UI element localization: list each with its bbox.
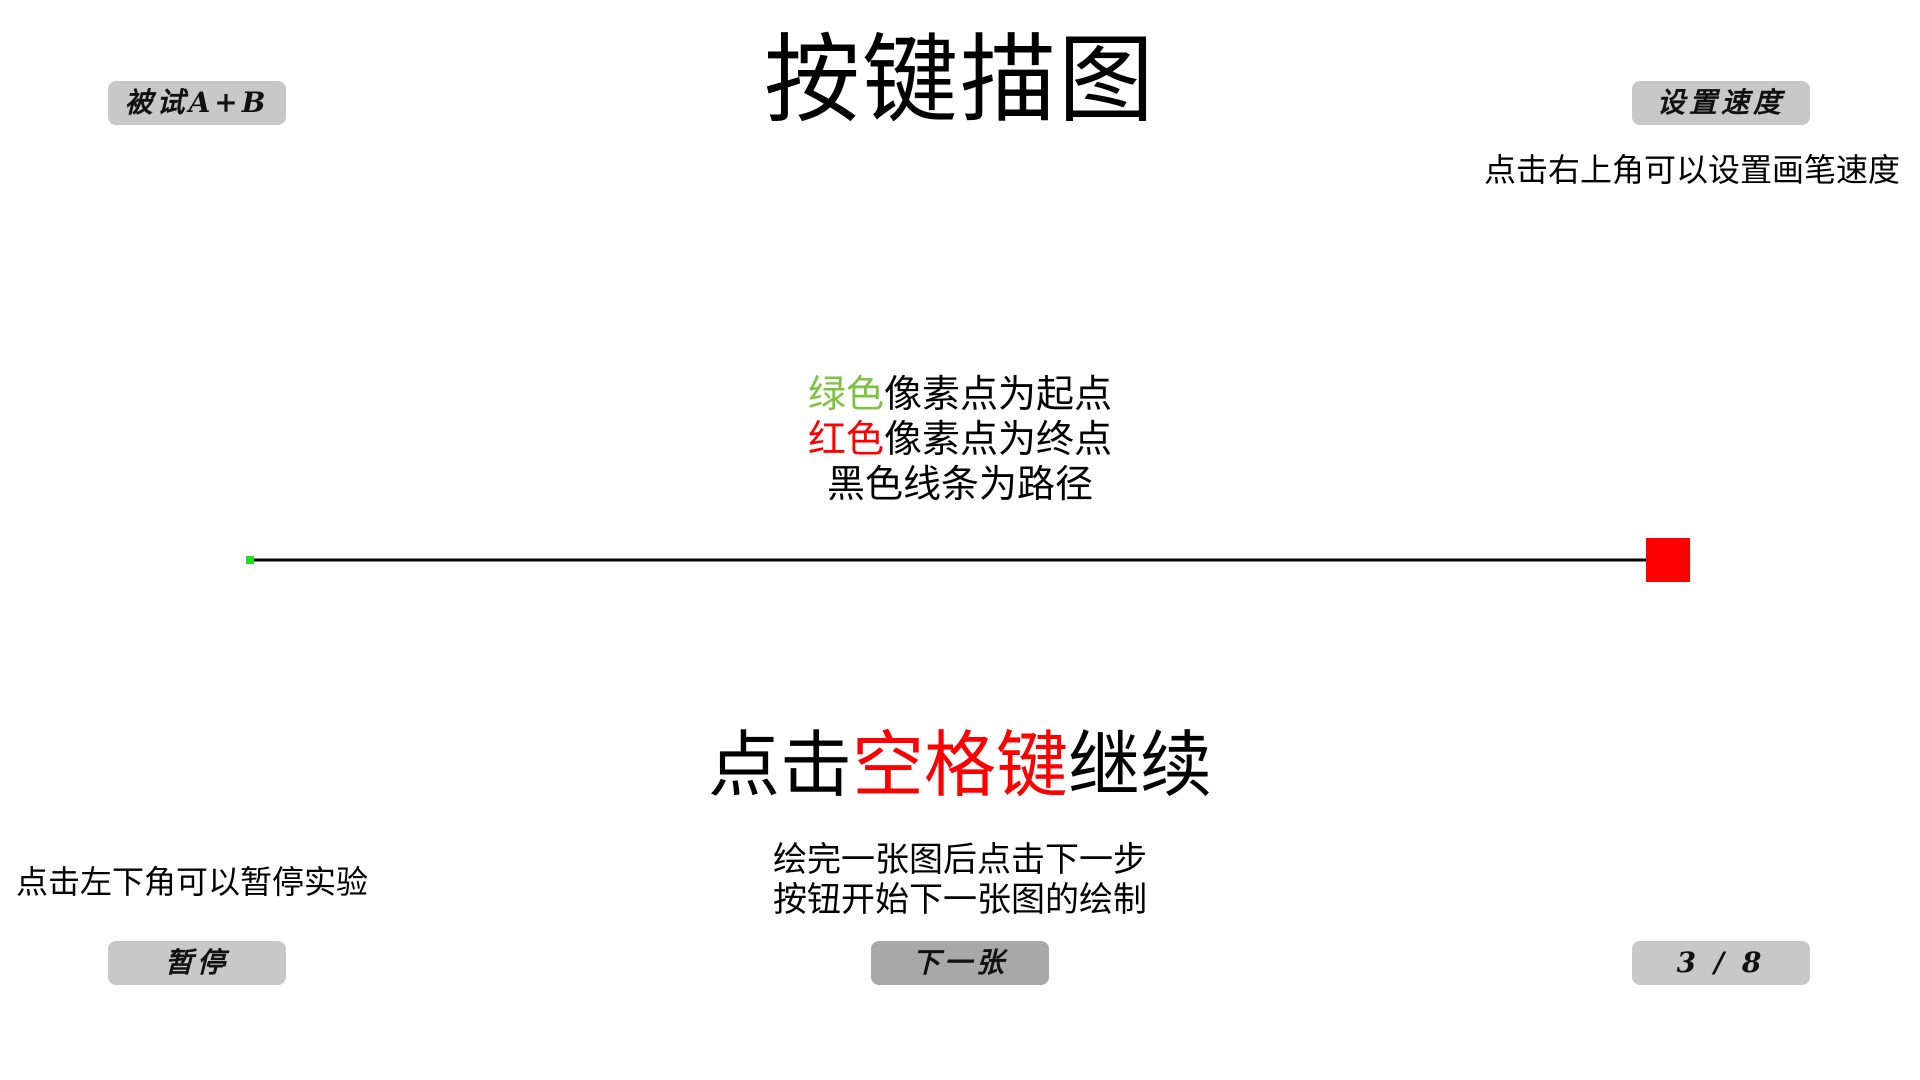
pause-button[interactable]: 暂停 bbox=[108, 941, 286, 985]
next-hint-line-1: 绘完一张图后点击下一步 bbox=[773, 840, 1147, 880]
pause-hint-text: 点击左下角可以暂停实验 bbox=[16, 863, 369, 901]
next-button[interactable]: 下一张 bbox=[871, 941, 1049, 985]
legend-end-line: 红色像素点为终点 bbox=[760, 417, 1160, 462]
experiment-screen: 按键描图 被试A+B 设置速度 点击右上角可以设置画笔速度 绿色像素点为起点 红… bbox=[0, 0, 1920, 1080]
legend-end-text: 像素点为终点 bbox=[884, 417, 1113, 461]
prompt-spacebar: 空格键 bbox=[851, 723, 1068, 807]
participant-button[interactable]: 被试A+B bbox=[108, 81, 286, 125]
drawing-canvas bbox=[246, 538, 1690, 582]
prompt-prefix: 点击 bbox=[707, 723, 852, 807]
speed-hint-text: 点击右上角可以设置画笔速度 bbox=[1484, 151, 1901, 189]
legend-red-word: 红色 bbox=[807, 417, 884, 461]
next-hint: 绘完一张图后点击下一步 按钮开始下一张图的绘制 bbox=[700, 840, 1220, 920]
progress-indicator: 3 / 8 bbox=[1632, 941, 1810, 985]
continue-prompt: 点击空格键继续 bbox=[660, 720, 1260, 810]
legend-start-text: 像素点为起点 bbox=[884, 372, 1113, 416]
legend: 绿色像素点为起点 红色像素点为终点 黑色线条为路径 bbox=[760, 372, 1160, 507]
legend-start-line: 绿色像素点为起点 bbox=[760, 372, 1160, 417]
page-title: 按键描图 bbox=[764, 24, 1156, 136]
legend-green-word: 绿色 bbox=[807, 372, 884, 416]
start-pixel bbox=[246, 556, 254, 564]
legend-path-line: 黑色线条为路径 bbox=[826, 462, 1093, 506]
set-speed-button[interactable]: 设置速度 bbox=[1632, 81, 1810, 125]
end-pixel bbox=[1646, 538, 1690, 582]
next-hint-line-2: 按钮开始下一张图的绘制 bbox=[773, 880, 1147, 920]
prompt-suffix: 继续 bbox=[1068, 723, 1213, 807]
